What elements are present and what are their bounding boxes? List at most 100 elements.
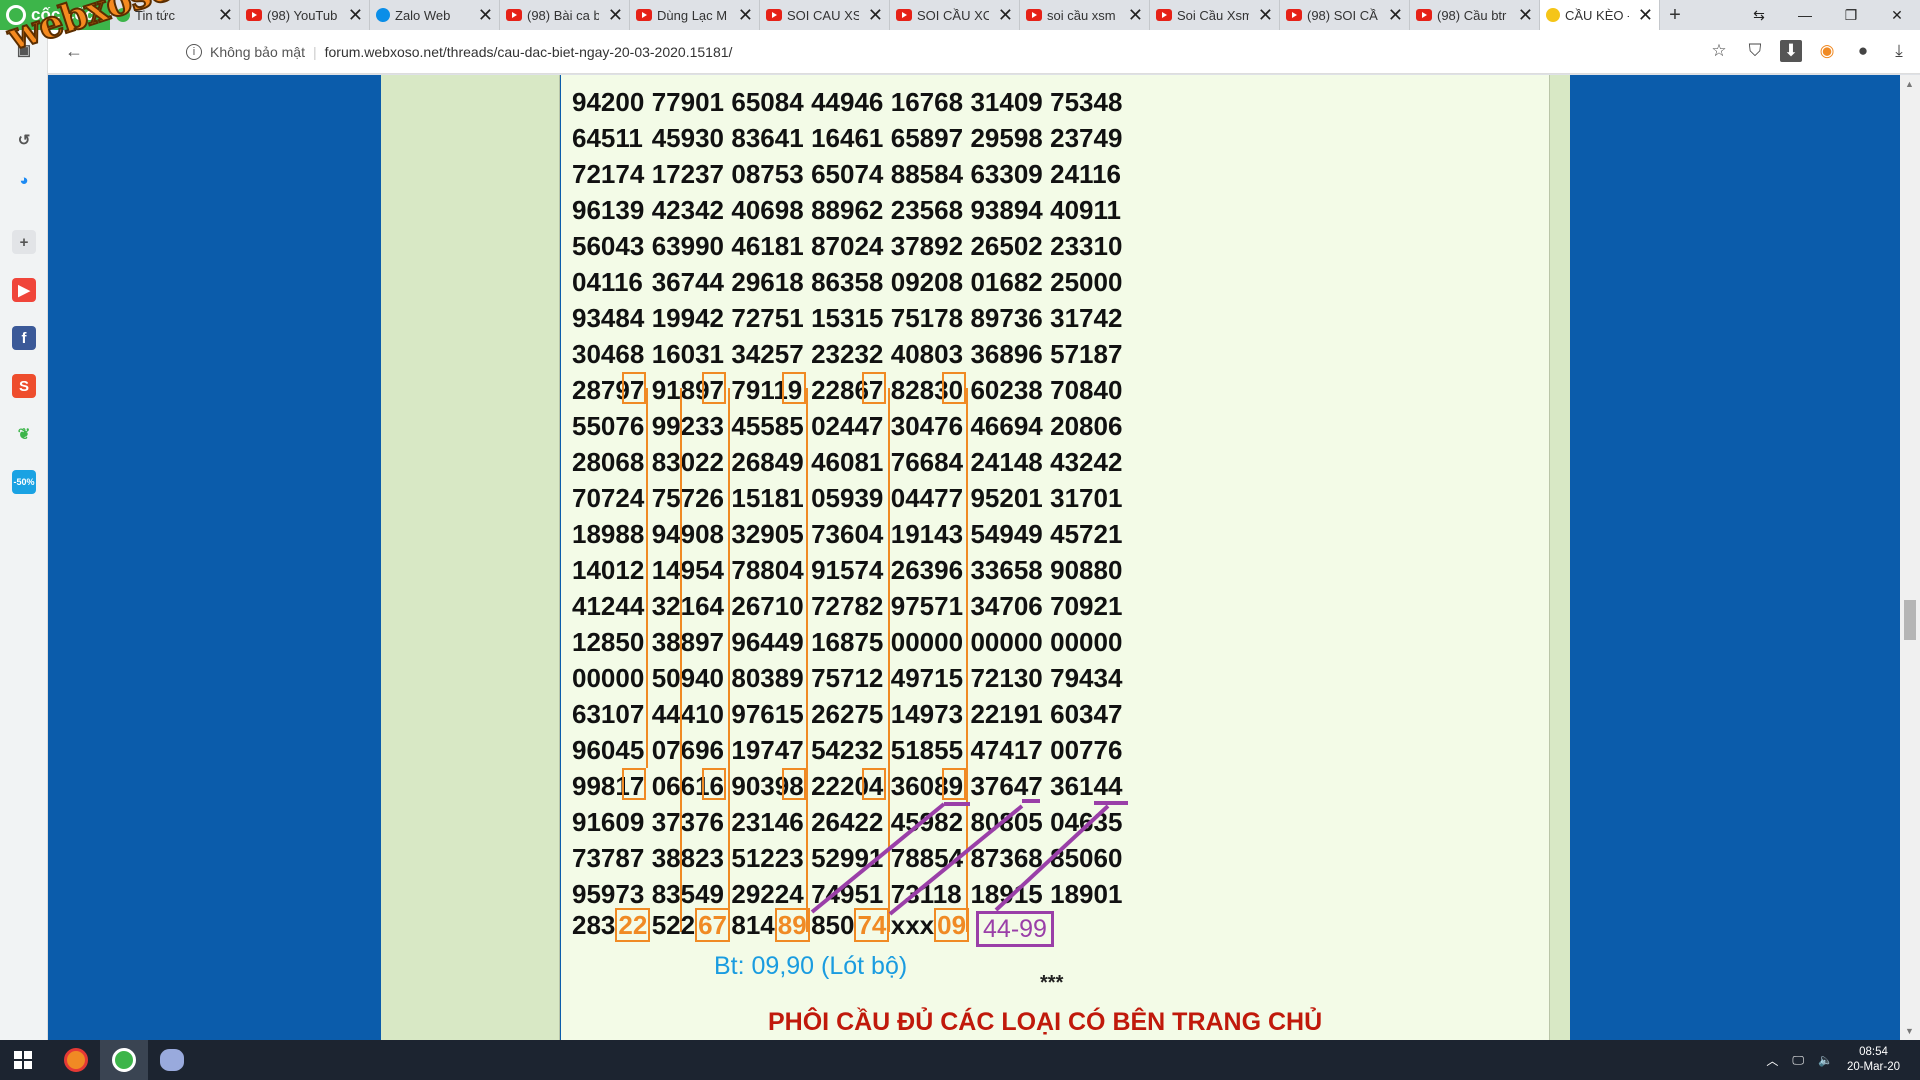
- shield-icon[interactable]: ⛉: [1744, 36, 1766, 66]
- tab-close-icon[interactable]: ✕: [738, 5, 753, 26]
- grid-cell: 36144: [1050, 771, 1123, 801]
- bookmark-star-icon[interactable]: ☆: [1708, 36, 1730, 66]
- taskbar-app-coccoc-orange-icon[interactable]: [52, 1040, 100, 1080]
- tab-close-icon[interactable]: ✕: [1258, 5, 1273, 26]
- tab-close-icon[interactable]: ✕: [1128, 5, 1143, 26]
- scrollbar[interactable]: ▲ ▼: [1900, 75, 1920, 1040]
- grid-cell: 04116: [572, 267, 643, 297]
- tab-title: (98) Bài ca b: [527, 7, 599, 23]
- grid-cell: 24116: [1050, 159, 1121, 189]
- discount-icon[interactable]: -50%: [12, 470, 36, 494]
- grid-cell: 26275: [811, 699, 884, 729]
- scroll-thumb[interactable]: [1904, 600, 1916, 640]
- taskbar-app-coccoc-icon[interactable]: [100, 1040, 148, 1080]
- tab-search-icon[interactable]: ⇆: [1736, 0, 1782, 30]
- youtube-panel-icon[interactable]: ▶: [12, 278, 36, 302]
- network-icon[interactable]: 🖵: [1792, 1053, 1804, 1068]
- grid-cell: 20806: [1050, 411, 1123, 441]
- tab-close-icon[interactable]: ✕: [348, 5, 363, 26]
- downloads-menu-icon[interactable]: ⤓: [1888, 36, 1910, 66]
- highlight-line: [966, 388, 968, 932]
- grid-cell: 34706: [970, 591, 1043, 621]
- tab-title: SOI CẦU XC: [917, 7, 989, 23]
- tab[interactable]: (98) Cầu btr ✕: [1410, 0, 1540, 30]
- grid-cell: 78854: [890, 843, 964, 873]
- grid-cell: 04477: [890, 483, 964, 513]
- tab-close-icon[interactable]: ✕: [478, 5, 493, 26]
- clock[interactable]: 08:54 20-Mar-20: [1847, 1045, 1900, 1075]
- taskbar-app-paint-icon[interactable]: [148, 1040, 196, 1080]
- restore-button[interactable]: ❐: [1828, 0, 1874, 30]
- tab[interactable]: soi cầu xsm ✕: [1020, 0, 1150, 30]
- tab[interactable]: SOI CẦU XC ✕: [890, 0, 1020, 30]
- history-icon[interactable]: ↺: [12, 128, 36, 152]
- youtube-icon: [896, 9, 912, 21]
- close-window-button[interactable]: ✕: [1874, 0, 1920, 30]
- tab[interactable]: (98) Bài ca b ✕: [500, 0, 630, 30]
- grid-row: 12850 38897 96449 16875 00000 00000 00000: [572, 627, 1130, 663]
- shopee-icon[interactable]: S: [12, 374, 36, 398]
- volume-icon[interactable]: 🔈: [1818, 1053, 1833, 1067]
- grid-cell: 36896: [970, 339, 1043, 369]
- tray-chevron-icon[interactable]: ︿: [1766, 1052, 1778, 1069]
- youtube-icon: [1416, 9, 1432, 21]
- tab[interactable]: SOI CAU XS ✕: [760, 0, 890, 30]
- grid-cell: 46181: [731, 231, 804, 261]
- download-icon[interactable]: ⬇: [1780, 40, 1802, 62]
- messenger-icon[interactable]: ◕: [12, 168, 36, 192]
- grid-cell: 97615: [731, 699, 804, 729]
- grid-cell: 85060: [1050, 843, 1123, 873]
- url-text[interactable]: forum.webxoso.net/threads/cau-dac-biet-n…: [325, 44, 733, 60]
- new-tab-button[interactable]: +: [1660, 0, 1690, 30]
- scroll-down-icon[interactable]: ▼: [1905, 1026, 1914, 1036]
- grid-cell: 83022: [651, 447, 724, 477]
- grid-cell: 19747: [731, 735, 804, 765]
- tab[interactable]: Soi Cầu Xsm ✕: [1150, 0, 1280, 30]
- grid-cell: 93894: [970, 195, 1043, 225]
- tab-close-icon[interactable]: ✕: [998, 5, 1013, 26]
- grid-cell: 96139: [572, 195, 645, 225]
- grid-cell: 00000: [572, 663, 645, 693]
- grid-cell: 33658: [970, 555, 1043, 585]
- tab-close-icon[interactable]: ✕: [1388, 5, 1403, 26]
- omnibox[interactable]: i Không bảo mật | forum.webxoso.net/thre…: [186, 43, 733, 60]
- grid-row: 91609 37376 23146 26422 45982 80805 04635: [572, 807, 1130, 843]
- tab[interactable]: Zalo Web ✕: [370, 0, 500, 30]
- tab[interactable]: Dùng Lạc M ✕: [630, 0, 760, 30]
- minimize-button[interactable]: —: [1782, 0, 1828, 30]
- grid-cell: 60238: [970, 375, 1043, 405]
- tab[interactable]: (98) YouTub ✕: [240, 0, 370, 30]
- last-row-item: 283 22: [572, 908, 652, 946]
- grid-cell: 37376: [651, 807, 724, 837]
- separator-stars: ***: [1040, 972, 1064, 994]
- profile-icon[interactable]: ●: [1852, 36, 1874, 66]
- grid-cell: 23232: [811, 339, 884, 369]
- windows-start-icon[interactable]: [0, 1040, 46, 1080]
- grid-cell: 26710: [731, 591, 804, 621]
- facebook-icon[interactable]: f: [12, 326, 36, 350]
- tab-close-icon[interactable]: ✕: [218, 5, 233, 26]
- grid-cell: 24148: [970, 447, 1043, 477]
- grid-row: 96139 42342 40698 88962 23568 93894 40911: [572, 195, 1130, 231]
- grid-cell: 45721: [1050, 519, 1123, 549]
- tab-close-icon[interactable]: ✕: [1518, 5, 1533, 26]
- grid-row: 72174 17237 08753 65074 88584 63309 24116: [572, 159, 1130, 195]
- tab-close-icon[interactable]: ✕: [1638, 5, 1653, 26]
- grid-cell: 91897: [651, 375, 724, 405]
- grid-cell: 22191: [970, 699, 1043, 729]
- tab-close-icon[interactable]: ✕: [608, 5, 623, 26]
- grid-cell: 63990: [651, 231, 724, 261]
- info-icon[interactable]: i: [186, 43, 202, 60]
- leaf-icon[interactable]: ❦: [12, 422, 36, 446]
- tab[interactable]: (98) SOI CẦ ✕: [1280, 0, 1410, 30]
- grid-cell: 94200: [572, 87, 645, 117]
- add-panel-icon[interactable]: +: [12, 230, 36, 254]
- tab-close-icon[interactable]: ✕: [868, 5, 883, 26]
- grid-row: 99817 06616 90398 22204 36089 37647 36144: [572, 771, 1130, 807]
- scroll-up-icon[interactable]: ▲: [1905, 79, 1914, 89]
- coccoc-extension-icon[interactable]: ◉: [1816, 36, 1838, 66]
- grid-cell: 00000: [970, 627, 1043, 657]
- webxoso-icon: [1546, 8, 1560, 22]
- youtube-icon: [1286, 9, 1302, 21]
- tab[interactable]: CẦU KÈO - ✕: [1540, 0, 1660, 30]
